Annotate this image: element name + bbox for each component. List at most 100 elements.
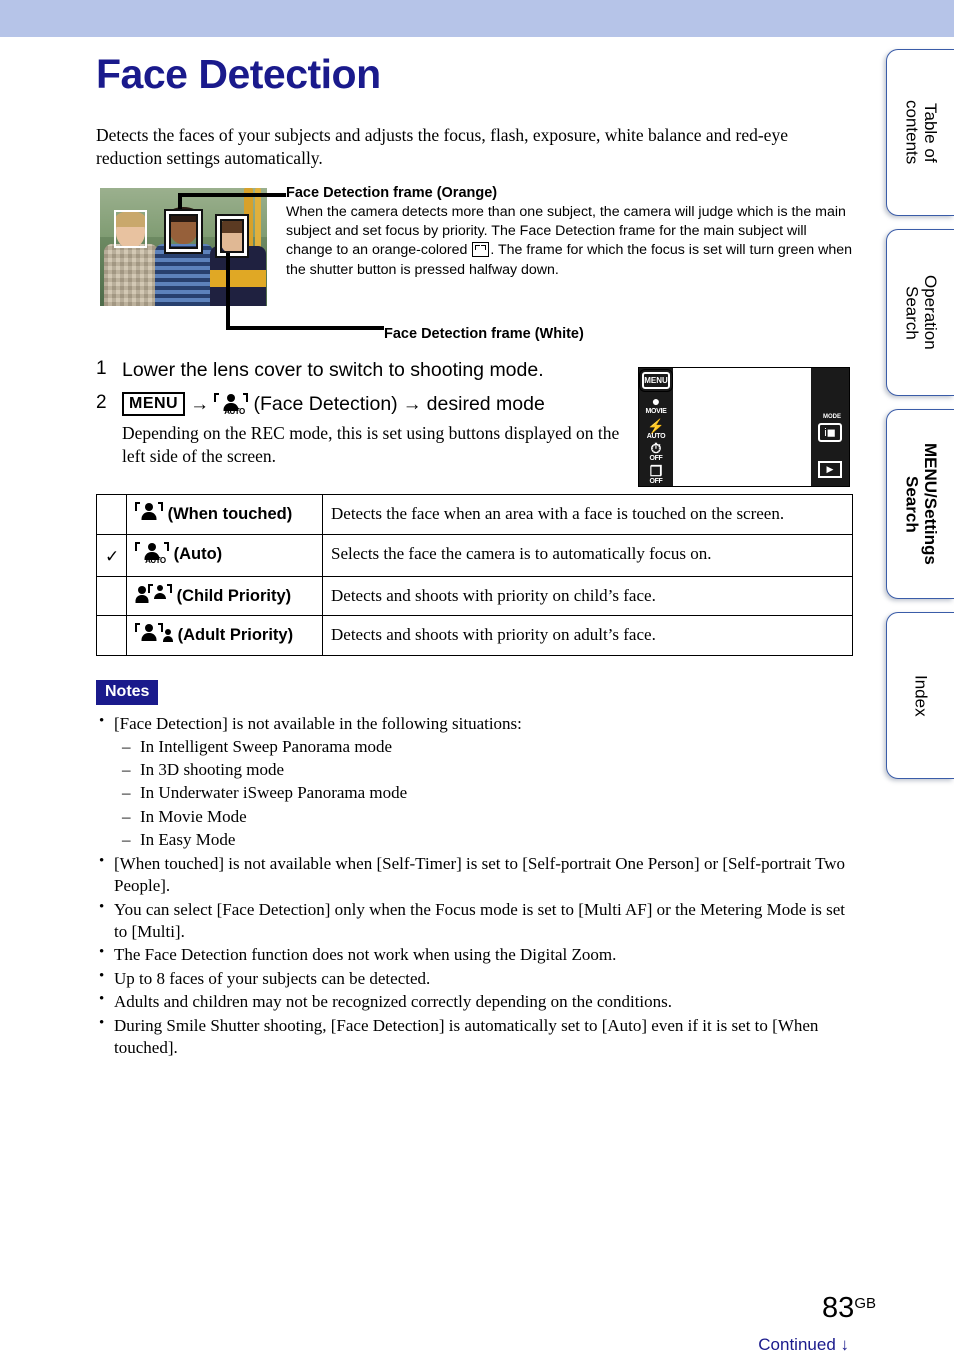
child-face-bracket-icon bbox=[148, 583, 172, 606]
callout-orange: Face Detection frame (Orange) When the c… bbox=[286, 185, 856, 281]
row-default-check-cell bbox=[96, 494, 127, 535]
note-item-text: [Face Detection] is not available in the… bbox=[114, 714, 522, 734]
row-desc-cell: Detects the face when an area with a fac… bbox=[322, 494, 853, 535]
sidebar-tab-menu-settings-search[interactable]: MENU/Settings Search bbox=[886, 409, 954, 599]
burst-mode-icon[interactable]: ❐ OFF bbox=[639, 464, 673, 485]
note-subitem: In 3D shooting mode bbox=[114, 759, 856, 782]
sample-photo bbox=[100, 187, 267, 306]
page-content: Face Detection Detects the faces of your… bbox=[0, 37, 870, 1061]
check-glyph: ✓ bbox=[105, 546, 120, 566]
movie-mode-icon[interactable]: ● MOVIE bbox=[639, 394, 673, 415]
step-1-number: 1 bbox=[96, 357, 107, 379]
note-subitem: In Underwater iSweep Panorama mode bbox=[114, 782, 856, 805]
step-2-number: 2 bbox=[96, 391, 107, 413]
row-desc-cell: Detects and shoots with priority on adul… bbox=[322, 615, 853, 657]
playback-button[interactable]: ▶ bbox=[818, 461, 842, 478]
leader-line-white-v bbox=[226, 252, 230, 329]
mode-label: MODE bbox=[823, 414, 841, 420]
note-item: Up to 8 faces of your subjects can be de… bbox=[96, 967, 856, 990]
face-detection-frame-white-left bbox=[114, 209, 147, 248]
face-detection-mode-table: (When touched) Detects the face when an … bbox=[96, 494, 853, 657]
note-item: You can select [Face Detection] only whe… bbox=[96, 898, 856, 944]
self-timer-label: OFF bbox=[649, 455, 663, 462]
adult-silhouette-icon bbox=[135, 585, 148, 605]
table-row: ✓ AUTO (Auto) Selects the face the camer… bbox=[96, 533, 853, 577]
sidebar-tab-operation-search[interactable]: Operation Search bbox=[886, 229, 954, 396]
sidebar-tab-index[interactable]: Index bbox=[886, 612, 954, 779]
row-mode-cell[interactable]: AUTO (Auto) bbox=[126, 533, 323, 577]
child-left-body bbox=[104, 243, 158, 306]
row-mode-label: (Auto) bbox=[173, 544, 223, 563]
flash-auto-label: AUTO bbox=[646, 433, 666, 440]
step-2-text: MENU → AUTO (Face Detection) → desired mode bbox=[122, 391, 545, 417]
row-mode-label: (Child Priority) bbox=[176, 586, 292, 605]
child-middle-body bbox=[155, 243, 213, 306]
row-mode-label: (When touched) bbox=[167, 505, 293, 524]
leader-line-white-h bbox=[226, 325, 384, 330]
step-2-subtext: Depending on the REC mode, this is set u… bbox=[122, 422, 620, 466]
burst-mode-label: OFF bbox=[649, 478, 663, 485]
row-mode-label: (Adult Priority) bbox=[177, 626, 294, 645]
sidebar-tab-label: MENU/Settings Search bbox=[902, 443, 940, 565]
arrow-icon-1: → bbox=[190, 393, 210, 415]
sidebar-tab-label: Index bbox=[911, 674, 931, 717]
arrow-icon-2: → bbox=[402, 393, 422, 415]
figure-face-detection-frames: Face Detection frame (Orange) When the c… bbox=[96, 185, 856, 342]
sidebar-tab-label: Operation Search bbox=[902, 275, 940, 350]
row-default-check-cell bbox=[96, 575, 127, 617]
face-auto-icon: AUTO bbox=[135, 541, 169, 565]
leader-line-orange-h bbox=[178, 192, 286, 197]
self-timer-icon[interactable]: ⏱ OFF bbox=[639, 441, 673, 462]
row-desc-cell: Selects the face the camera is to automa… bbox=[322, 533, 853, 577]
row-mode-cell[interactable]: (When touched) bbox=[126, 494, 323, 535]
face-detection-frame-white-right bbox=[215, 213, 249, 258]
mini-detection-frame-icon bbox=[472, 242, 490, 258]
table-row: (Child Priority) Detects and shoots with… bbox=[96, 575, 853, 617]
sidebar-tab-table-of-contents[interactable]: Table of contents bbox=[886, 49, 954, 216]
face-when-touched-icon bbox=[135, 502, 163, 524]
page-number: 83GB bbox=[822, 1292, 876, 1325]
movie-mode-glyph: ● bbox=[651, 393, 661, 409]
face-detection-frame-orange-main bbox=[164, 208, 203, 254]
step-1-text: Lower the lens cover to switch to shooti… bbox=[122, 358, 544, 381]
note-item: [When touched] is not available when [Se… bbox=[96, 852, 856, 898]
menu-button-chip[interactable]: MENU bbox=[122, 391, 186, 417]
child-silhouette-icon bbox=[163, 629, 173, 644]
row-desc-cell: Detects and shoots with priority on chil… bbox=[322, 575, 853, 617]
note-item: The Face Detection function does not wor… bbox=[96, 943, 856, 966]
flash-glyph: ⚡ bbox=[647, 418, 665, 434]
notes-list: [Face Detection] is not available in the… bbox=[96, 712, 856, 1060]
intelligent-auto-mode-button[interactable]: i◼ bbox=[818, 423, 842, 442]
row-default-check-cell: ✓ bbox=[96, 533, 127, 577]
page-number-value: 83 bbox=[822, 1292, 855, 1324]
row-default-check-cell bbox=[96, 615, 127, 657]
callout-white-title: Face Detection frame (White) bbox=[384, 325, 584, 342]
page-number-suffix: GB bbox=[854, 1295, 876, 1312]
row-mode-cell[interactable]: (Child Priority) bbox=[126, 575, 323, 617]
row-mode-cell[interactable]: (Adult Priority) bbox=[126, 615, 323, 657]
callout-orange-body: When the camera detects more than one su… bbox=[286, 203, 856, 281]
notes-badge: Notes bbox=[96, 680, 159, 706]
table-row: (When touched) Detects the face when an … bbox=[96, 494, 853, 535]
self-timer-glyph: ⏱ bbox=[650, 440, 662, 456]
top-decorative-band bbox=[0, 0, 954, 37]
continued-label: Continued ↓ bbox=[758, 1335, 849, 1354]
intro-paragraph: Detects the faces of your subjects and a… bbox=[96, 125, 788, 169]
note-subitem: In Movie Mode bbox=[114, 806, 856, 829]
note-subitem: In Easy Mode bbox=[114, 829, 856, 852]
note-subitem: In Intelligent Sweep Panorama mode bbox=[114, 736, 856, 759]
note-item: [Face Detection] is not available in the… bbox=[96, 712, 856, 852]
step-2-end-text: desired mode bbox=[426, 392, 545, 415]
face-detection-auto-icon: AUTO bbox=[214, 392, 249, 416]
camera-screen-illustration: MENU ● MOVIE ⚡ AUTO ⏱ OFF ❐ OFF MODE i◼ … bbox=[638, 367, 850, 487]
sidebar-tab-label: Table of contents bbox=[902, 100, 940, 165]
flash-auto-icon[interactable]: ⚡ AUTO bbox=[639, 419, 673, 440]
face-icon-auto-label: AUTO bbox=[224, 406, 245, 416]
note-item: During Smile Shutter shooting, [Face Det… bbox=[96, 1014, 856, 1060]
camera-menu-button[interactable]: MENU bbox=[642, 372, 670, 389]
adult-face-bracket-icon bbox=[135, 623, 163, 645]
callout-orange-title: Face Detection frame (Orange) bbox=[286, 184, 498, 201]
table-row: (Adult Priority) Detects and shoots with… bbox=[96, 615, 853, 657]
face-icon-auto-label: AUTO bbox=[145, 555, 166, 565]
page-title: Face Detection bbox=[96, 51, 381, 97]
